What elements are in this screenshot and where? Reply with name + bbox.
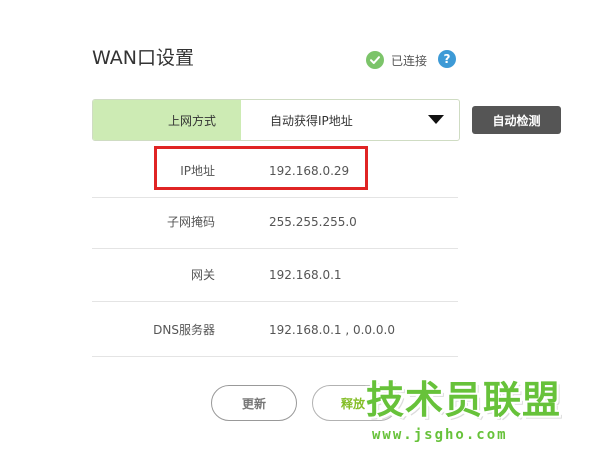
connection-mode-row: 上网方式 自动获得IP地址 <box>92 99 460 141</box>
info-row-subnet: 子网掩码 255.255.255.0 <box>92 196 458 249</box>
page-title: WAN口设置 <box>92 47 194 69</box>
dns-server-label: DNS服务器 <box>153 323 215 337</box>
info-row-gateway: 网关 192.168.0.1 <box>92 249 458 302</box>
watermark: 技术员联盟 www.jsgho.com <box>366 378 600 450</box>
info-row-dns: DNS服务器 192.168.0.1 , 0.0.0.0 <box>92 304 458 357</box>
status-text: 已连接 <box>391 53 428 68</box>
connection-mode-value: 自动获得IP地址 <box>270 113 353 128</box>
dns-server-value: 192.168.0.1 , 0.0.0.0 <box>269 323 395 337</box>
checkmark-glyph <box>370 56 380 64</box>
gateway-label: 网关 <box>190 268 215 282</box>
auto-detect-button[interactable]: 自动检测 <box>472 106 561 134</box>
connection-mode-label-cell: 上网方式 <box>93 100 241 140</box>
subnet-mask-value: 255.255.255.0 <box>269 215 357 229</box>
subnet-mask-label: 子网掩码 <box>166 215 215 229</box>
connection-status: 已连接 <box>366 50 427 70</box>
check-circle-icon <box>366 51 384 69</box>
connection-mode-select[interactable]: 自动获得IP地址 <box>241 100 459 140</box>
triangle-down-icon[interactable] <box>428 115 444 124</box>
renew-button[interactable]: 更新 <box>211 385 297 421</box>
gateway-value: 192.168.0.1 <box>269 268 342 282</box>
help-icon[interactable]: ? <box>438 50 456 68</box>
watermark-url: www.jsgho.com <box>372 427 508 443</box>
ip-highlight-box <box>154 146 368 190</box>
watermark-title: 技术员联盟 <box>366 378 562 422</box>
connection-mode-label: 上网方式 <box>167 113 216 128</box>
